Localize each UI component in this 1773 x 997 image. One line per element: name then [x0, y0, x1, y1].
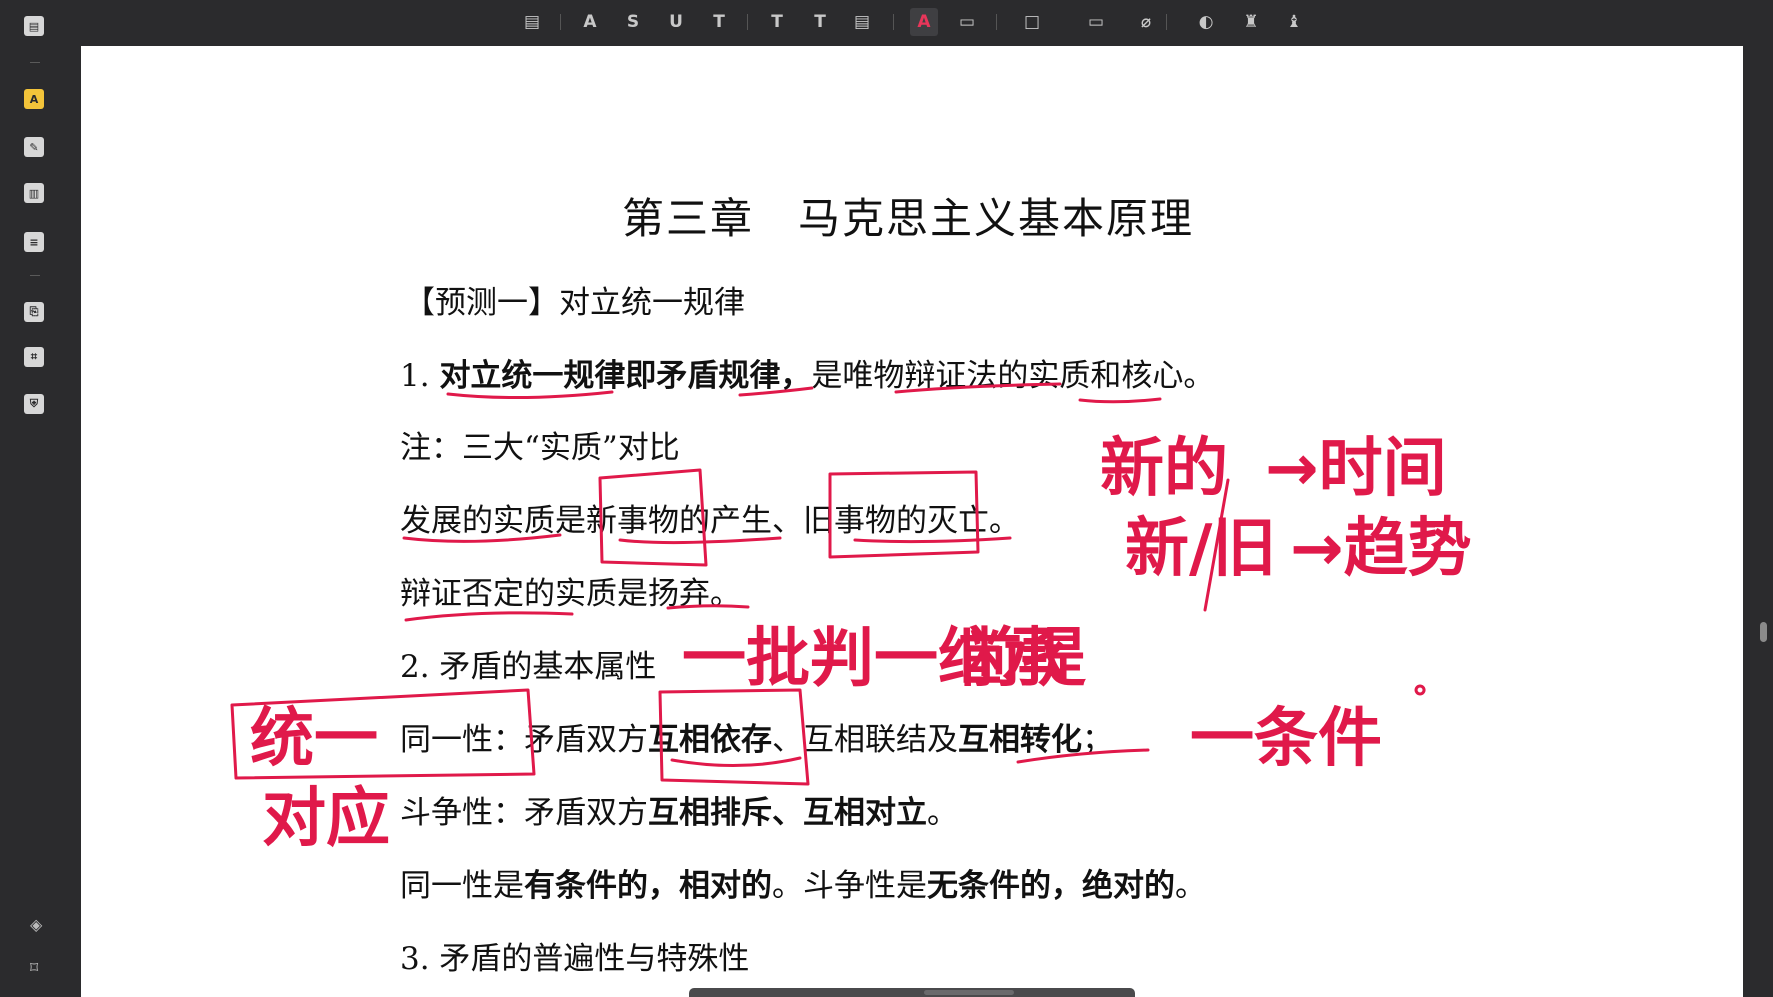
measure-icon[interactable]: ▭	[1082, 8, 1110, 36]
note-icon[interactable]: ▤	[848, 8, 876, 36]
comment-icon[interactable]: ▤	[518, 8, 546, 36]
struggle-b: 互相排斥、互相对立	[648, 795, 927, 831]
identity-a: 同一性：矛盾双方	[400, 722, 648, 758]
left-sidebar: ▤ A ✎ ▥ ≡ ⎘ ⌗ ⛨ ◈ ⌑	[0, 0, 70, 997]
highlight-stamp-icon[interactable]: ♝	[1280, 8, 1308, 36]
identity-d: 互相转化	[958, 722, 1082, 758]
point-1: 1. 对立统一规律即矛盾规律，是唯物辩证法的实质和核心。	[400, 350, 1214, 395]
sidebar-divider	[30, 62, 40, 63]
convert-icon[interactable]: ⎘	[21, 299, 47, 325]
point-1-number: 1.	[400, 358, 440, 394]
summary-b: 有条件的，相对的	[524, 868, 772, 904]
eraser-icon[interactable]: ▭	[953, 8, 981, 36]
toolbar-divider	[893, 14, 894, 30]
identity-line: 同一性：矛盾双方互相依存、互相联结及互相转化；	[400, 714, 1113, 759]
chapter-title: 第三章 马克思主义基本原理	[622, 194, 1195, 243]
point-1-rest: 是唯物辩证法的实质和核心。	[811, 358, 1215, 394]
edit-mode-icon[interactable]: ✎	[21, 134, 47, 160]
crop-icon[interactable]: ⌗	[21, 344, 47, 370]
highlight-icon[interactable]: A	[576, 8, 604, 36]
stamp-icon[interactable]: ♜	[1237, 8, 1265, 36]
shape-icon[interactable]: □	[1018, 8, 1046, 36]
text-icon[interactable]: T	[763, 8, 791, 36]
horizontal-scrollbar[interactable]	[689, 988, 1135, 997]
negation-line: 辩证否定的实质是扬弃。	[400, 576, 741, 612]
bookmark-icon[interactable]: ⌑	[30, 958, 38, 977]
protect-icon[interactable]: ⛨	[21, 391, 47, 417]
struggle-c: 。	[927, 795, 958, 831]
page-layout-icon[interactable]: ▥	[21, 180, 47, 206]
toolbar-divider	[996, 14, 997, 30]
squiggly-icon[interactable]: T	[705, 8, 733, 36]
point-1-bold: 对立统一规律即矛盾规律，	[439, 358, 812, 394]
underline-icon[interactable]: U	[662, 8, 690, 36]
toolbar-divider	[1166, 14, 1167, 30]
summary-a: 同一性是	[400, 868, 524, 904]
identity-c: 、互相联结及	[772, 722, 958, 758]
sidebar-divider	[30, 275, 40, 276]
attach-icon[interactable]: ⌀	[1132, 8, 1160, 36]
summary-d: 无条件的，绝对的	[927, 868, 1175, 904]
thumbnail-view-icon[interactable]: ▤	[21, 13, 47, 39]
summary-c: 。斗争性是	[772, 868, 927, 904]
toolbar-divider	[747, 14, 748, 30]
layers-icon[interactable]: ◈	[30, 915, 42, 934]
note-line: 注：三大“实质”对比	[400, 430, 680, 466]
summary-e: 。	[1175, 868, 1206, 904]
hscroll-thumb[interactable]	[924, 990, 1014, 995]
struggle-a: 斗争性：矛盾双方	[400, 795, 648, 831]
identity-e: ；	[1082, 722, 1113, 758]
pen-icon[interactable]: A	[910, 8, 938, 36]
vertical-scrollbar[interactable]	[1755, 0, 1773, 997]
toolbar-divider	[560, 14, 561, 30]
identity-b: 互相依存	[648, 722, 772, 758]
strikethrough-icon[interactable]: S	[619, 8, 647, 36]
section-heading-1: 【预测一】对立统一规律	[404, 285, 745, 321]
section-heading-2: 2. 矛盾的基本属性	[400, 649, 657, 685]
annotate-mode-icon[interactable]: A	[21, 86, 47, 112]
textbox-icon[interactable]: T	[806, 8, 834, 36]
form-mode-icon[interactable]: ≡	[21, 229, 47, 255]
annotation-toolbar: ▤ A S U T T T ▤ A ▭ □ ▭ ⌀ ◐ ♜ ♝	[0, 0, 1773, 46]
scroll-thumb[interactable]	[1760, 622, 1767, 642]
summary-line: 同一性是有条件的，相对的。斗争性是无条件的，绝对的。	[400, 860, 1206, 905]
section-heading-3: 3. 矛盾的普遍性与特殊性	[400, 941, 750, 977]
struggle-line: 斗争性：矛盾双方互相排斥、互相对立。	[400, 787, 958, 832]
signature-icon[interactable]: ◐	[1192, 8, 1220, 36]
development-line: 发展的实质是新事物的产生、旧事物的灭亡。	[400, 503, 1020, 539]
